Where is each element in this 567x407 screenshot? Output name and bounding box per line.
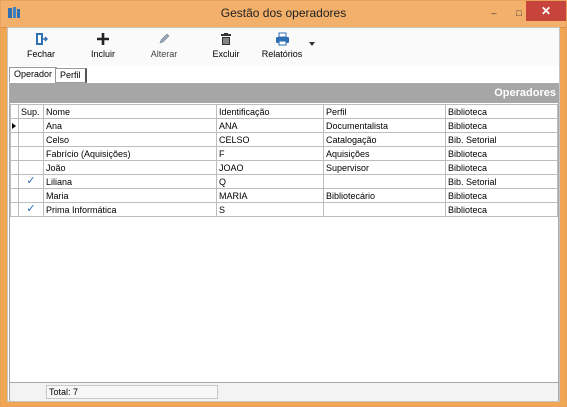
fechar-button[interactable]: Fechar [26, 32, 56, 64]
cell-biblioteca[interactable]: Biblioteca [445, 202, 558, 217]
cell-identificacao[interactable]: CELSO [216, 132, 324, 147]
row-indicator[interactable] [10, 146, 19, 161]
current-row-arrow-icon [12, 122, 16, 129]
title-bar[interactable]: Gestão dos operadores – □ ✕ [1, 1, 566, 28]
exit-door-icon [36, 33, 48, 45]
excluir-label: Excluir [212, 49, 240, 59]
tab-perfil[interactable]: Perfil [55, 68, 87, 83]
row-indicator[interactable] [10, 202, 19, 217]
alterar-button[interactable]: Alterar [148, 32, 180, 64]
col-header-perfil[interactable]: Perfil [323, 104, 446, 119]
row-indicator[interactable] [10, 160, 19, 175]
cell-biblioteca[interactable]: Biblioteca [445, 118, 558, 133]
trash-icon [221, 33, 231, 45]
cell-identificacao[interactable]: S [216, 202, 324, 217]
cell-perfil[interactable]: Supervisor [323, 160, 446, 175]
sup-checkmark-icon[interactable]: ✓ [18, 174, 44, 189]
col-header-identificacao[interactable]: Identificação [216, 104, 324, 119]
client-area: Fechar Incluir Alterar Excluir Relatório… [7, 27, 560, 402]
cell-nome[interactable]: Prima Informática [43, 202, 217, 217]
alterar-label: Alterar [150, 49, 178, 59]
grid-footer: Total: 7 [10, 382, 558, 401]
table-row[interactable]: ✓ Prima Informática S Biblioteca [10, 202, 558, 217]
grid-title: Operadores [10, 84, 558, 103]
cell-identificacao[interactable]: Q [216, 174, 324, 189]
window: Gestão dos operadores – □ ✕ Fechar Inclu… [0, 0, 567, 407]
cell-perfil[interactable]: Documentalista [323, 118, 446, 133]
grid-body: Ana ANA Documentalista Biblioteca Celso CELSO… [10, 118, 558, 217]
close-window-button[interactable]: ✕ [526, 1, 566, 21]
table-row[interactable]: Celso CELSO Catalogação Bib. Setorial [10, 132, 558, 147]
cell-perfil[interactable] [323, 202, 446, 217]
operators-grid: Sup. Nome Identificação Perfil Bibliotec… [10, 104, 558, 217]
table-row[interactable]: Fabrício (Aquisições) F Aquisições Bibliote… [10, 146, 558, 161]
row-indicator-header [10, 104, 19, 119]
col-header-sup[interactable]: Sup. [18, 104, 44, 119]
plus-icon [97, 33, 109, 45]
operators-panel: Operadores Sup. Nome Identificação Perfi… [9, 83, 559, 401]
grid-header-row: Sup. Nome Identificação Perfil Bibliotec… [10, 104, 558, 119]
excluir-button[interactable]: Excluir [210, 32, 242, 64]
relatorios-dropdown-arrow-icon[interactable] [309, 42, 315, 46]
cell-perfil[interactable]: Catalogação [323, 132, 446, 147]
table-row[interactable]: ✓ Liliana Q Bib. Setorial [10, 174, 558, 189]
cell-biblioteca[interactable]: Biblioteca [445, 160, 558, 175]
sup-checkmark-icon[interactable]: ✓ [18, 202, 44, 217]
cell-identificacao[interactable]: ANA [216, 118, 324, 133]
table-row[interactable]: Ana ANA Documentalista Biblioteca [10, 118, 558, 133]
row-indicator[interactable] [10, 118, 19, 133]
incluir-button[interactable]: Incluir [88, 32, 118, 64]
cell-nome[interactable]: Ana [43, 118, 217, 133]
cell-biblioteca[interactable]: Biblioteca [445, 188, 558, 203]
cell-identificacao[interactable]: JOAO [216, 160, 324, 175]
cell-perfil[interactable] [323, 174, 446, 189]
cell-perfil[interactable]: Bibliotecário [323, 188, 446, 203]
cell-biblioteca[interactable]: Bib. Setorial [445, 132, 558, 147]
pencil-icon [159, 33, 170, 44]
printer-icon [275, 32, 289, 46]
cell-identificacao[interactable]: F [216, 146, 324, 161]
relatorios-button[interactable]: Relatórios [260, 32, 304, 64]
tab-operador[interactable]: Operador [9, 67, 58, 82]
table-row[interactable]: João JOAO Supervisor Biblioteca [10, 160, 558, 175]
cell-nome[interactable]: João [43, 160, 217, 175]
table-row[interactable]: Maria MARIA Bibliotecário Biblioteca [10, 188, 558, 203]
cell-biblioteca[interactable]: Bib. Setorial [445, 174, 558, 189]
col-header-nome[interactable]: Nome [43, 104, 217, 119]
incluir-label: Incluir [90, 49, 115, 59]
cell-nome[interactable]: Fabrício (Aquisições) [43, 146, 217, 161]
cell-perfil[interactable]: Aquisições [323, 146, 446, 161]
tab-strip: Operador Perfil [8, 66, 559, 83]
sup-checkmark-icon[interactable] [18, 188, 44, 203]
row-indicator[interactable] [10, 188, 19, 203]
sup-checkmark-icon[interactable] [18, 146, 44, 161]
cell-nome[interactable]: Maria [43, 188, 217, 203]
sup-checkmark-icon[interactable] [18, 132, 44, 147]
cell-nome[interactable]: Celso [43, 132, 217, 147]
minimize-button[interactable]: – [482, 3, 506, 23]
total-count: Total: 7 [46, 385, 218, 399]
toolbar: Fechar Incluir Alterar Excluir Relatório… [8, 28, 559, 66]
fechar-label: Fechar [26, 49, 55, 59]
relatorios-label: Relatórios [261, 49, 303, 59]
sup-checkmark-icon[interactable] [18, 118, 44, 133]
cell-nome[interactable]: Liliana [43, 174, 217, 189]
col-header-biblioteca[interactable]: Biblioteca [445, 104, 558, 119]
cell-biblioteca[interactable]: Biblioteca [445, 146, 558, 161]
row-indicator[interactable] [10, 174, 19, 189]
sup-checkmark-icon[interactable] [18, 160, 44, 175]
cell-identificacao[interactable]: MARIA [216, 188, 324, 203]
row-indicator[interactable] [10, 132, 19, 147]
